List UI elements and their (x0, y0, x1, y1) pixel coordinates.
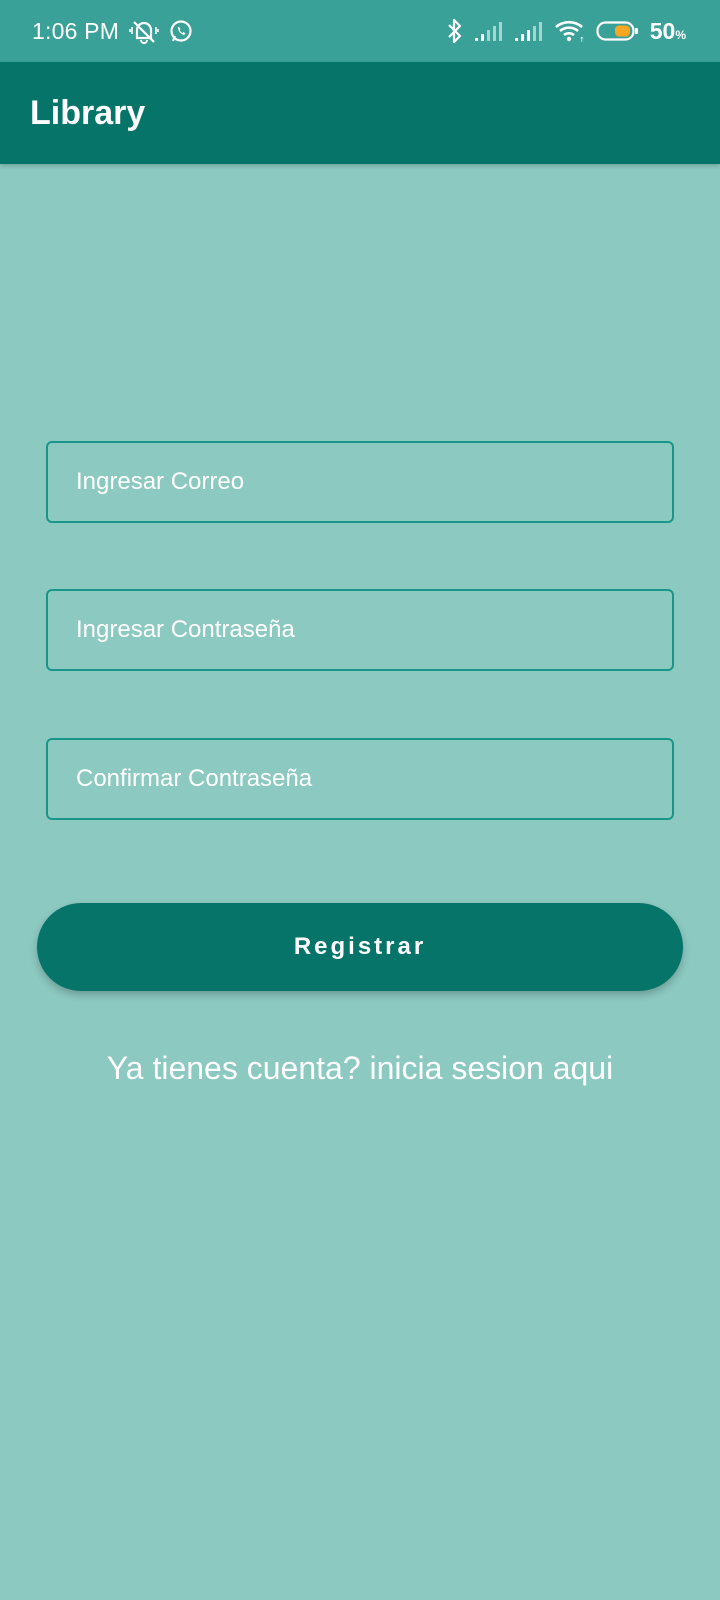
login-link[interactable]: Ya tienes cuenta? inicia sesion aqui (0, 1050, 720, 1087)
svg-text:↑↓: ↑↓ (579, 36, 586, 43)
whatsapp-icon (169, 19, 193, 43)
battery-icon (596, 20, 640, 42)
confirm-password-field[interactable] (76, 765, 672, 793)
password-field[interactable] (76, 616, 672, 644)
signal-icon (514, 20, 544, 42)
status-bar: 1:06 PM ↑ 50% (0, 0, 720, 62)
password-field-container (46, 589, 674, 671)
status-time: 1:06 PM (32, 17, 120, 44)
register-button[interactable]: Registrar (37, 903, 683, 991)
confirm-password-field-container (46, 738, 674, 820)
bluetooth-icon (446, 17, 464, 45)
status-right: ↑↓ 50% (446, 17, 686, 45)
wifi-icon: ↑↓ (554, 19, 586, 43)
email-field-container (46, 441, 674, 523)
email-field[interactable] (76, 468, 672, 496)
status-left: 1:06 PM (32, 18, 193, 45)
app-bar: Library (0, 62, 720, 164)
signal-icon (474, 20, 504, 42)
battery-percentage: 50% (649, 17, 686, 44)
app-title: Library (30, 93, 146, 132)
vibrate-mute-icon (129, 18, 159, 44)
